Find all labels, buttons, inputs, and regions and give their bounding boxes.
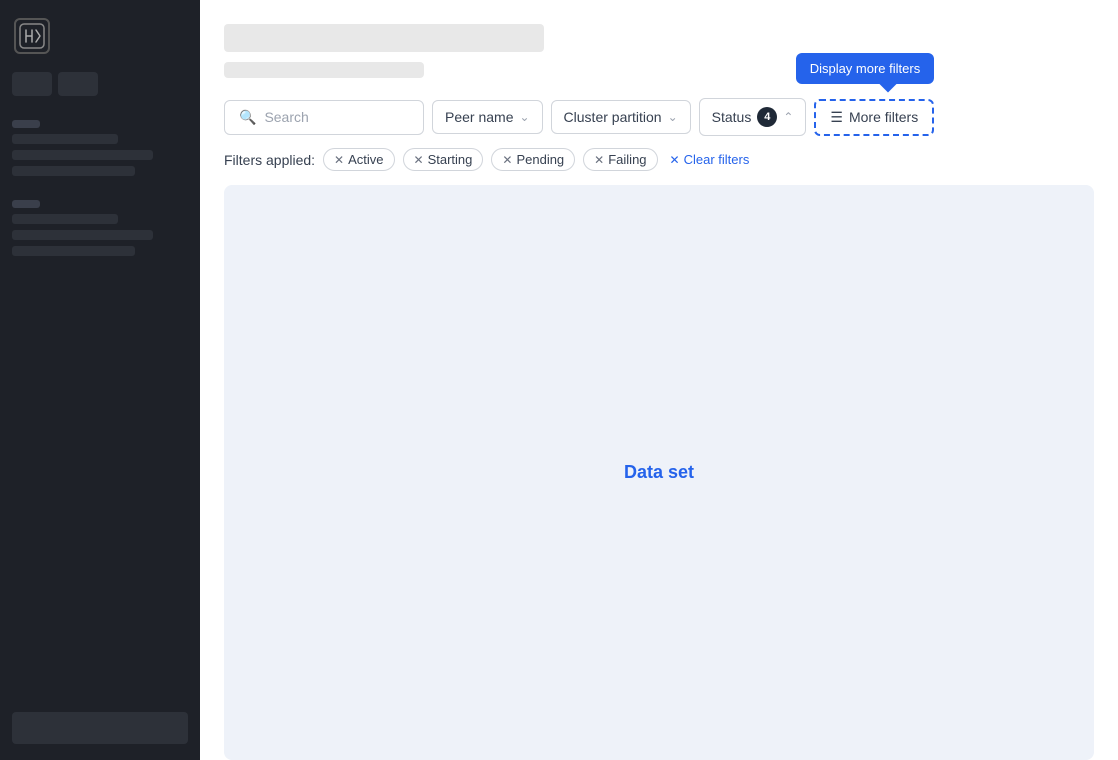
filter-lines-icon: ☰ xyxy=(830,109,843,126)
status-chevron-icon: ⌃ xyxy=(783,110,793,124)
search-input[interactable]: 🔍 Search xyxy=(224,100,424,135)
sidebar-section-2 xyxy=(12,200,188,256)
sidebar-nav-item-1[interactable] xyxy=(12,134,118,144)
sidebar-btn-2[interactable] xyxy=(58,72,98,96)
page-subtitle-skeleton xyxy=(224,62,424,78)
cluster-partition-label: Cluster partition xyxy=(564,109,662,125)
filters-applied-label: Filters applied: xyxy=(224,152,315,168)
search-icon: 🔍 xyxy=(239,109,256,126)
filter-chip-failing[interactable]: ✕ Failing xyxy=(583,148,657,171)
remove-pending-icon: ✕ xyxy=(502,153,512,167)
search-placeholder: Search xyxy=(264,109,308,125)
clear-filters-button[interactable]: ✕ Clear filters xyxy=(666,152,754,167)
remove-failing-icon: ✕ xyxy=(594,153,604,167)
clear-filters-label: Clear filters xyxy=(684,152,750,167)
sidebar-nav-item-4[interactable] xyxy=(12,214,118,224)
data-area: Data set xyxy=(224,185,1094,760)
filter-chip-pending[interactable]: ✕ Pending xyxy=(491,148,575,171)
remove-active-icon: ✕ xyxy=(334,153,344,167)
filter-bar: 🔍 Search Peer name ⌄ Cluster partition ⌄… xyxy=(224,98,1094,136)
filter-chip-active-label: Active xyxy=(348,152,383,167)
sidebar xyxy=(0,0,200,760)
more-filters-button[interactable]: ☰ More filters xyxy=(814,99,934,136)
filters-applied-row: Filters applied: ✕ Active ✕ Starting ✕ P… xyxy=(224,148,1094,171)
sidebar-section-label-1 xyxy=(12,120,40,128)
filter-chip-failing-label: Failing xyxy=(608,152,646,167)
peer-name-label: Peer name xyxy=(445,109,513,125)
peer-name-chevron-icon: ⌄ xyxy=(519,110,529,124)
sidebar-nav-item-2[interactable] xyxy=(12,150,153,160)
remove-starting-icon: ✕ xyxy=(414,153,424,167)
logo-inner xyxy=(14,18,50,54)
sidebar-nav-item-6[interactable] xyxy=(12,246,135,256)
sidebar-nav-item-5[interactable] xyxy=(12,230,153,240)
filter-chip-active[interactable]: ✕ Active xyxy=(323,148,394,171)
sidebar-footer xyxy=(12,712,188,744)
cluster-partition-chevron-icon: ⌄ xyxy=(668,110,678,124)
display-more-tooltip: Display more filters xyxy=(796,53,935,84)
sidebar-logo xyxy=(12,16,52,56)
status-dropdown[interactable]: Status 4 ⌃ xyxy=(699,98,807,136)
peer-name-dropdown[interactable]: Peer name ⌄ xyxy=(432,100,543,134)
cluster-partition-dropdown[interactable]: Cluster partition ⌄ xyxy=(551,100,691,134)
sidebar-top-buttons xyxy=(12,72,188,96)
sidebar-section-1 xyxy=(12,120,188,176)
display-more-filters-label: Display more filters xyxy=(810,61,921,76)
filter-chip-starting-label: Starting xyxy=(428,152,473,167)
sidebar-btn-1[interactable] xyxy=(12,72,52,96)
status-count-badge: 4 xyxy=(757,107,777,127)
sidebar-nav-item-3[interactable] xyxy=(12,166,135,176)
data-set-label: Data set xyxy=(624,462,694,483)
more-filters-container: Display more filters ☰ More filters xyxy=(814,99,934,136)
filter-chip-pending-label: Pending xyxy=(516,152,564,167)
page-title-skeleton xyxy=(224,24,544,52)
clear-filters-icon: ✕ xyxy=(670,153,680,167)
more-filters-label: More filters xyxy=(849,109,918,125)
hcp-logo-icon xyxy=(18,22,46,50)
main-content: 🔍 Search Peer name ⌄ Cluster partition ⌄… xyxy=(200,0,1118,760)
sidebar-section-label-2 xyxy=(12,200,40,208)
filter-chip-starting[interactable]: ✕ Starting xyxy=(403,148,484,171)
status-label: Status xyxy=(712,109,752,125)
